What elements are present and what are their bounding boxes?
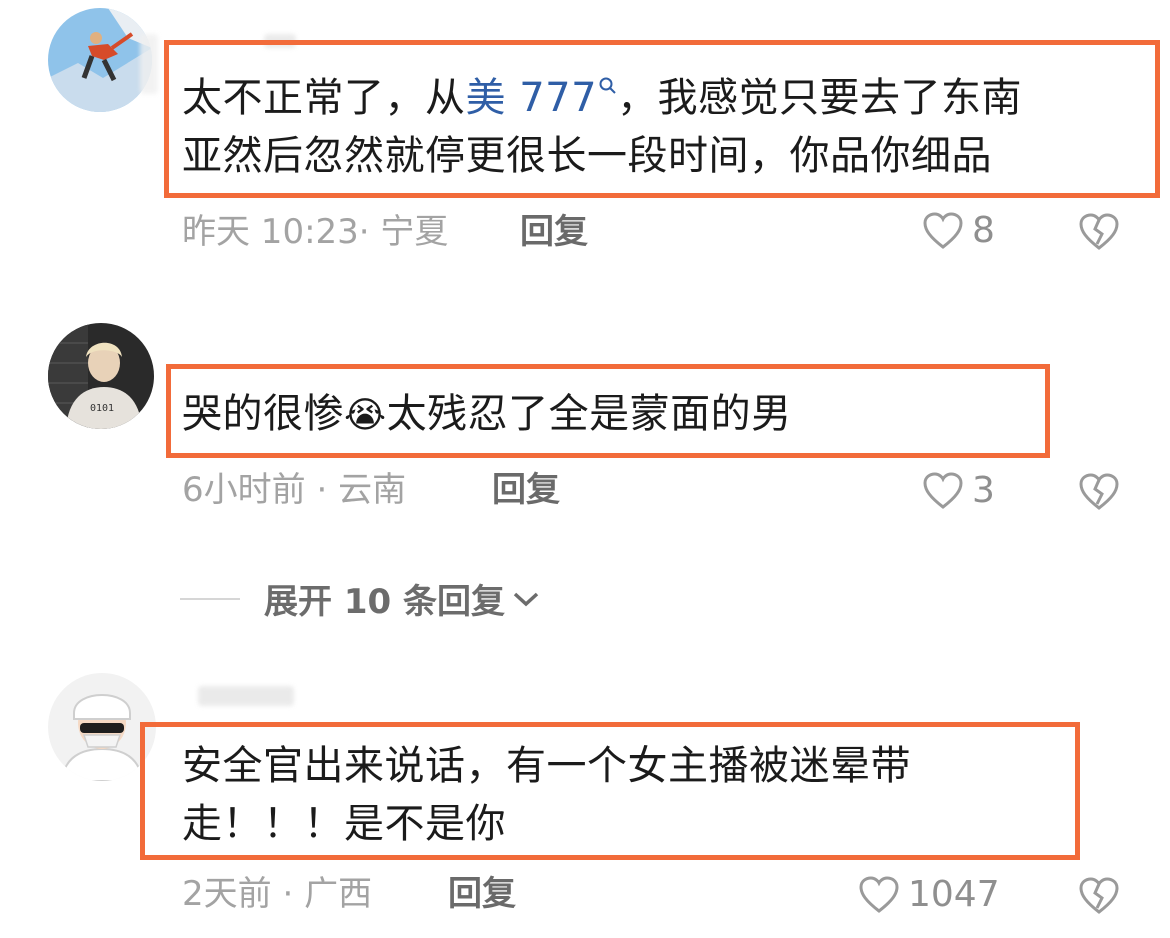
chevron-down-icon — [513, 592, 539, 606]
search-link[interactable]: 美 777 — [466, 75, 618, 121]
comment-text: 太不正常了，从美 777 ，我感觉只要去了东南 — [182, 75, 1023, 121]
heart-outline-icon — [923, 471, 963, 509]
like-count: 1047 — [908, 874, 1000, 915]
heart-outline-icon — [923, 211, 963, 249]
like-button[interactable]: 1047 — [858, 874, 1000, 915]
comment-meta: 2天前 · 广西 — [182, 874, 373, 914]
comment-text: 亚然后忽然就停更很长一段时间，你品你细品 — [182, 133, 992, 179]
comment-meta: 6小时前 · 云南 — [182, 470, 407, 510]
avatar[interactable] — [48, 8, 152, 112]
dislike-button[interactable] — [1078, 212, 1120, 256]
expand-replies-button[interactable]: 展开 10 条回复 — [180, 574, 541, 623]
blurred-username — [198, 686, 294, 706]
comment-meta: 昨天 10:23· 宁夏 — [182, 212, 449, 252]
comment-text: 安全官出来说话，有一个女主播被迷晕带 — [182, 743, 911, 789]
crying-emoji: 😭 — [344, 395, 387, 436]
broken-heart-icon — [1079, 213, 1119, 250]
like-count: 8 — [972, 210, 995, 251]
reply-button[interactable]: 回复 — [448, 874, 516, 914]
comment-text: 走！！！是不是你 — [182, 801, 506, 847]
heart-outline-icon — [859, 875, 899, 913]
avatar[interactable]: 0101 — [48, 323, 154, 429]
comment-text: 哭的很惨😭太残忍了全是蒙面的男 — [182, 391, 792, 437]
svg-text:0101: 0101 — [90, 403, 114, 414]
dislike-button[interactable] — [1078, 876, 1120, 920]
blurred-username — [140, 34, 158, 94]
divider — [180, 597, 240, 600]
broken-heart-icon — [1079, 473, 1119, 510]
reply-button[interactable]: 回复 — [492, 470, 560, 510]
like-button[interactable]: 8 — [922, 210, 995, 251]
like-count: 3 — [972, 470, 995, 511]
search-icon — [599, 77, 616, 94]
reply-button[interactable]: 回复 — [520, 212, 588, 252]
dislike-button[interactable] — [1078, 472, 1120, 516]
like-button[interactable]: 3 — [922, 470, 995, 511]
broken-heart-icon — [1079, 877, 1119, 914]
